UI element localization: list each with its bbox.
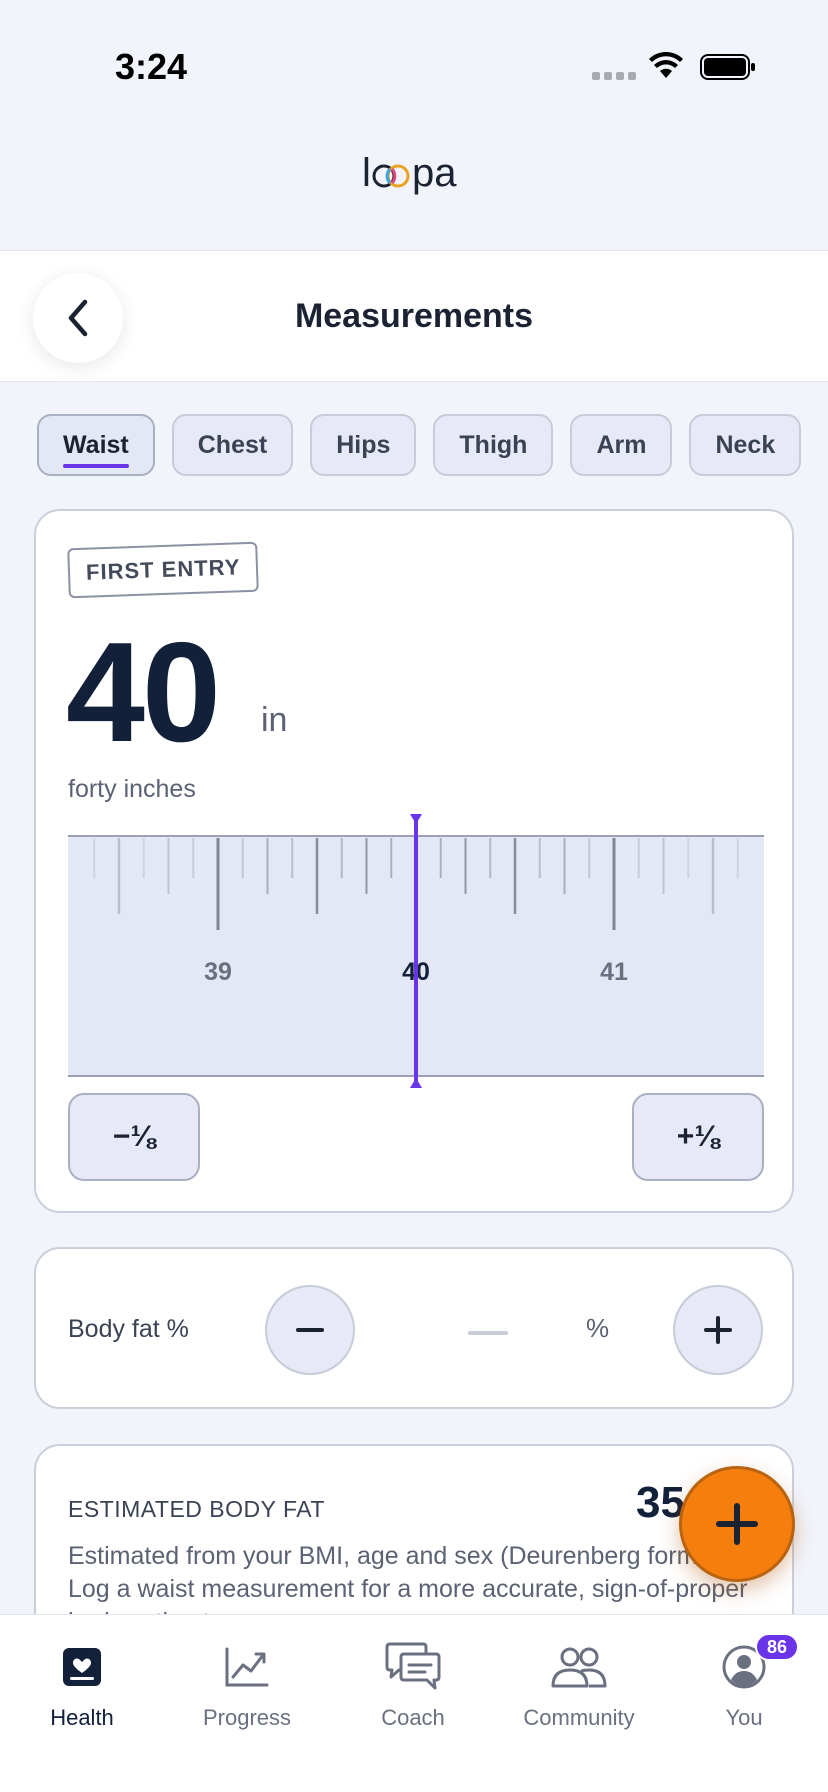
body-fat-unit: % [586, 1313, 610, 1343]
plus-icon [716, 1503, 758, 1545]
body-fat-increment-button[interactable] [673, 1285, 763, 1375]
measurement-card: FIRST ENTRY 40 in forty inches 39 40 41 … [34, 509, 794, 1213]
page-title: Measurements [294, 297, 534, 335]
decrement-eighth-button[interactable]: −⅛ [68, 1093, 200, 1181]
body-fat-label: Body fat % [68, 1315, 189, 1343]
plus-icon [704, 1316, 732, 1344]
measurement-unit: in [261, 701, 288, 739]
nav-health[interactable]: Health [7, 1639, 157, 1731]
cellular-signal-icon [592, 72, 636, 80]
battery-icon [700, 54, 755, 80]
increment-eighth-button[interactable]: +⅛ [632, 1093, 764, 1181]
nav-header: Measurements [0, 250, 828, 382]
nav-label-community: Community [523, 1705, 635, 1730]
ruler-label-41: 41 [600, 958, 628, 986]
brand-logo: l pa [0, 150, 828, 205]
status-bar: 3:24 [0, 0, 828, 130]
tab-arm[interactable]: Arm [570, 414, 673, 476]
chat-bubbles-icon [385, 1642, 441, 1690]
tab-neck[interactable]: Neck [689, 414, 802, 476]
nav-you[interactable]: 86 You [669, 1633, 819, 1731]
nav-label-you: You [725, 1705, 763, 1730]
ruler-slider[interactable]: 39 40 41 [68, 804, 764, 1094]
bottom-nav: Health Progress Coach Community 86 You [0, 1614, 828, 1792]
minus-icon [296, 1328, 324, 1332]
add-entry-fab[interactable] [679, 1466, 795, 1582]
nav-community[interactable]: Community [504, 1639, 654, 1731]
tab-chest[interactable]: Chest [171, 414, 294, 476]
body-fat-card: Body fat % % [34, 1247, 794, 1409]
status-time: 3:24 [115, 46, 188, 87]
ruler-graphic[interactable]: 39 40 41 [68, 804, 764, 1094]
wifi-icon [649, 52, 683, 78]
ruler-label-39: 39 [204, 958, 232, 986]
svg-text:l: l [362, 151, 371, 195]
progress-chart-icon [225, 1647, 269, 1687]
tab-waist[interactable]: Waist [37, 414, 155, 476]
nav-progress[interactable]: Progress [172, 1639, 322, 1731]
nav-label-progress: Progress [202, 1705, 292, 1730]
body-fat-decrement-button[interactable] [265, 1285, 355, 1375]
body-fat-input[interactable] [431, 1301, 551, 1361]
nav-label-health: Health [50, 1705, 114, 1730]
measurement-tabs: Waist Chest Hips Thigh Arm Neck [37, 414, 802, 476]
svg-text:pa: pa [412, 151, 457, 195]
tab-hips[interactable]: Hips [310, 414, 417, 476]
loopa-logo-icon: l pa [362, 151, 457, 195]
estimated-title: ESTIMATED BODY FAT [68, 1496, 325, 1522]
nav-label-coach: Coach [381, 1705, 445, 1730]
notification-badge: 86 [755, 1633, 799, 1661]
estimated-value: 35 [636, 1478, 685, 1527]
nav-coach[interactable]: Coach [338, 1639, 488, 1731]
measurement-value: 40 [66, 613, 221, 772]
tab-thigh[interactable]: Thigh [433, 414, 554, 476]
first-entry-badge: FIRST ENTRY [67, 541, 260, 599]
people-icon [551, 1647, 607, 1688]
measurement-words: forty inches [68, 775, 196, 803]
health-icon [63, 1648, 101, 1686]
